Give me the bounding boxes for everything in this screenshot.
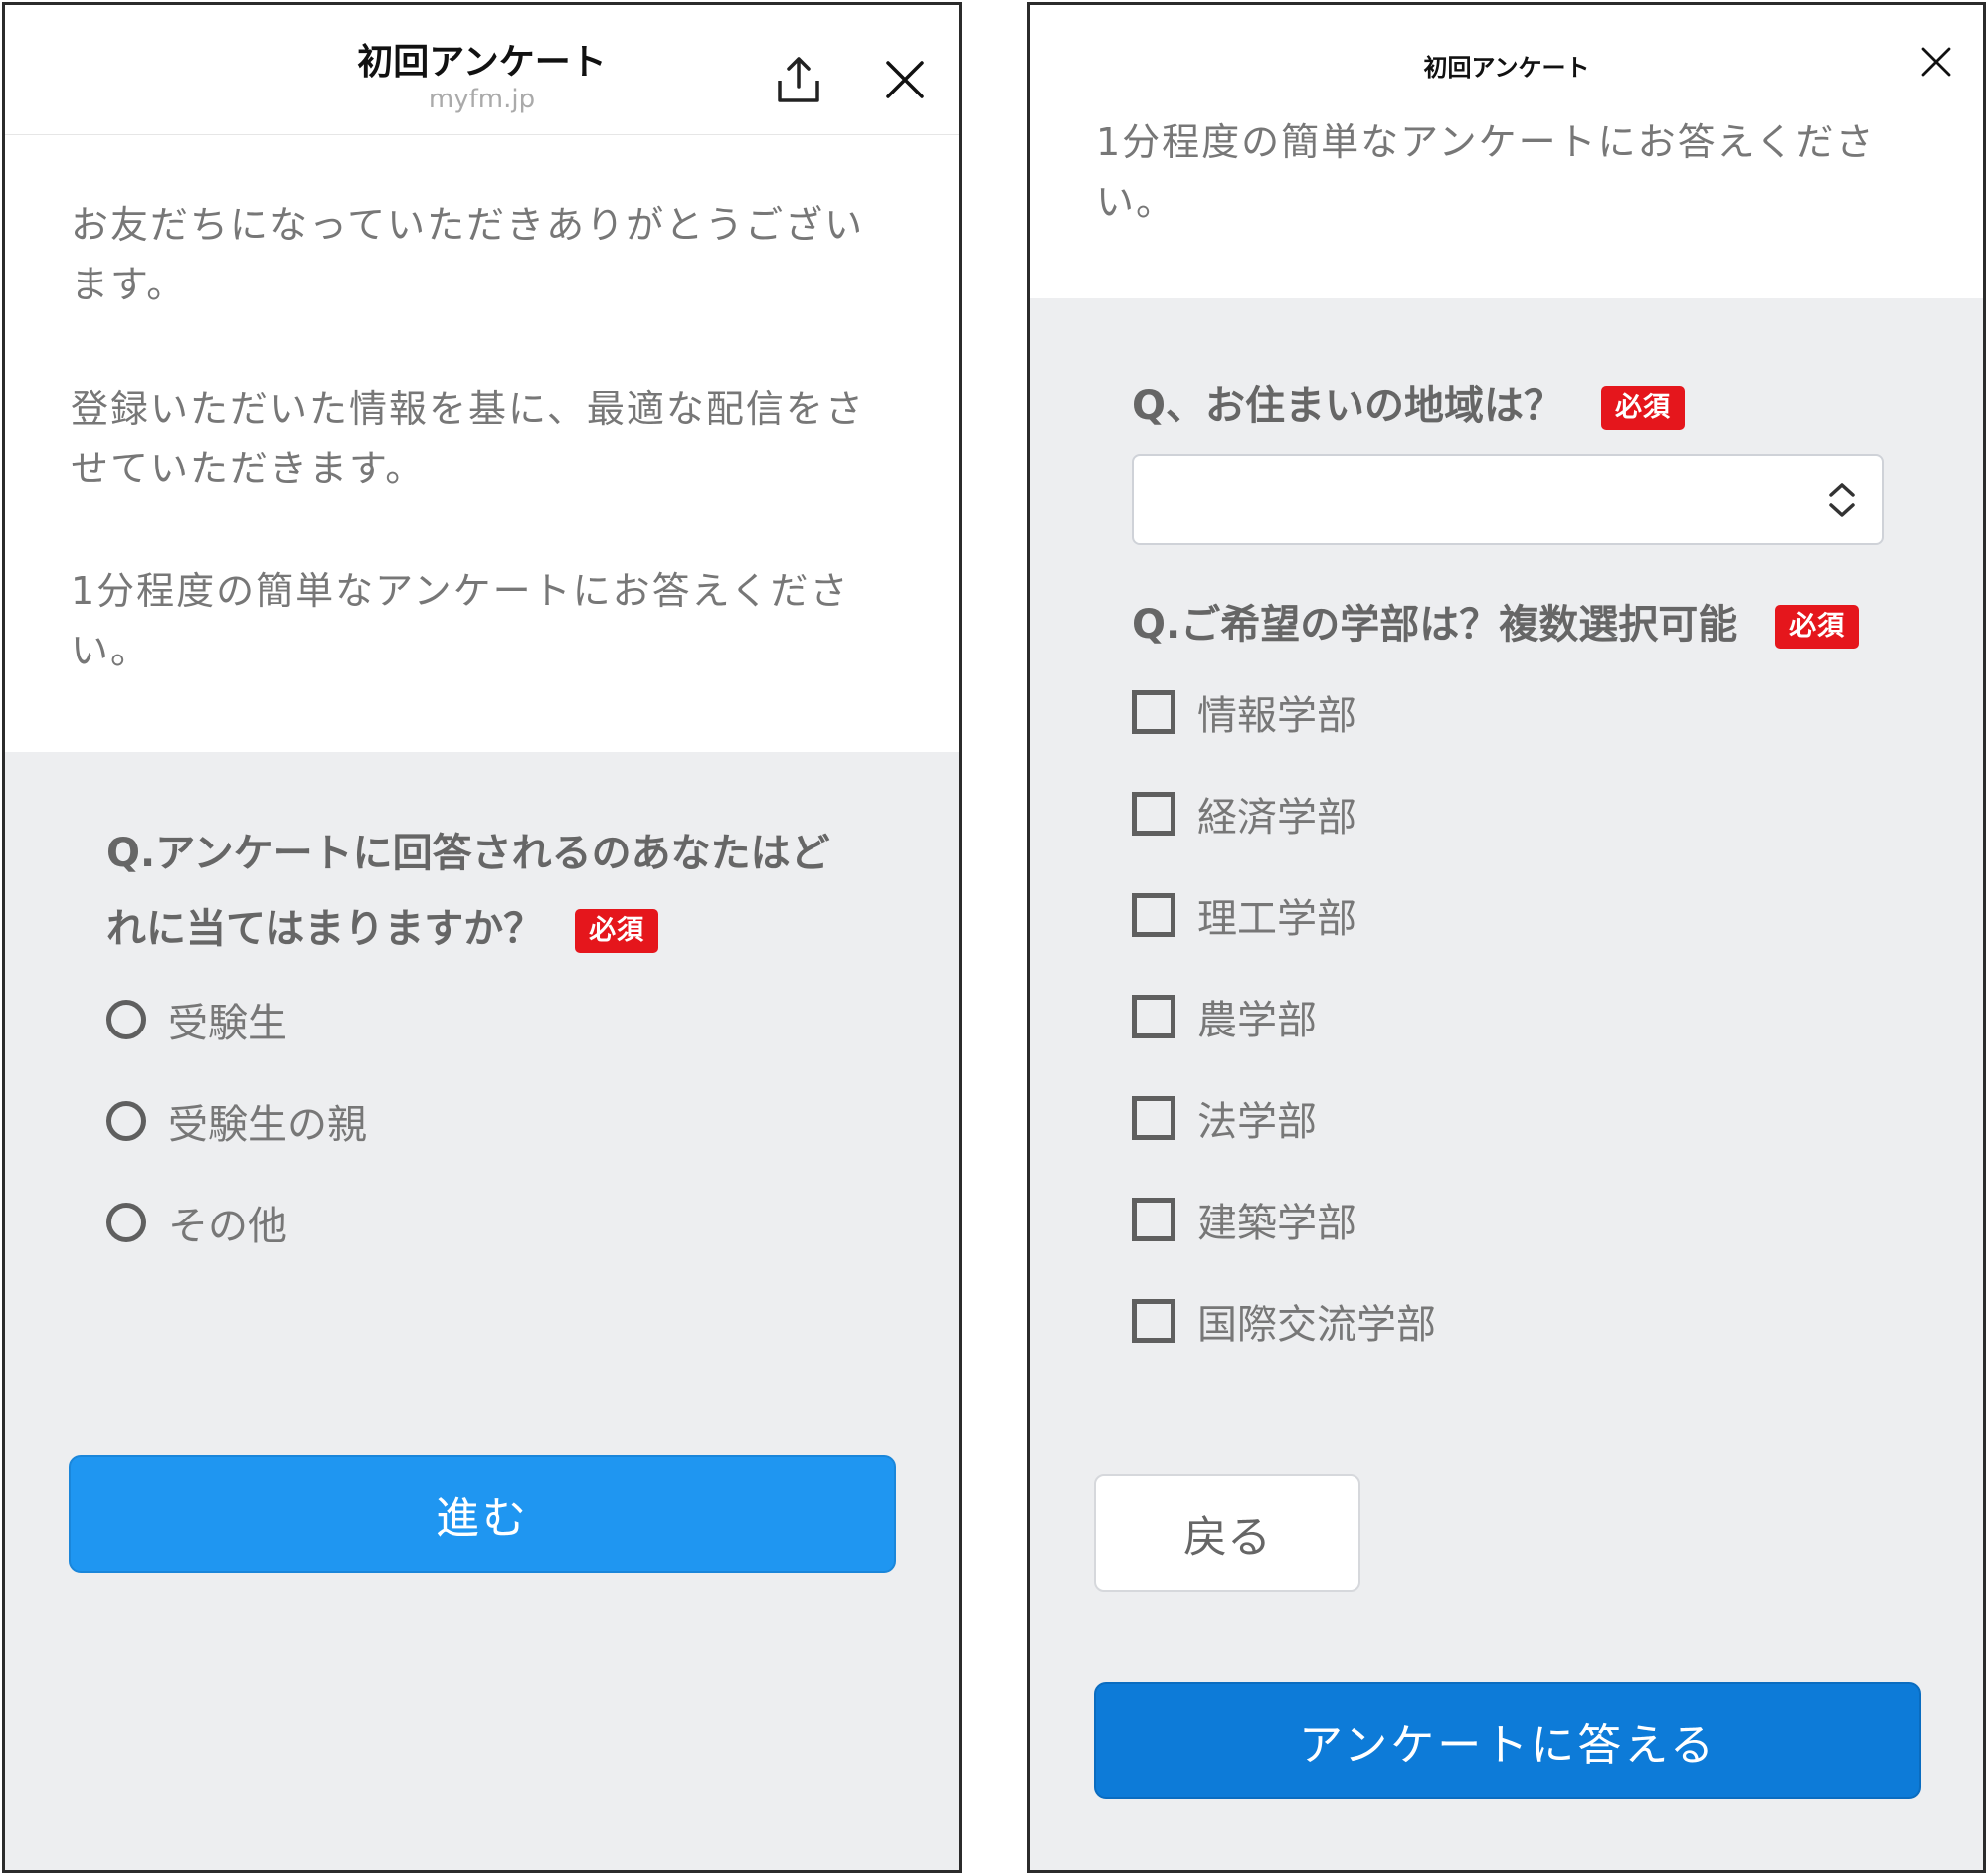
checkbox-option[interactable]: 理工学部 xyxy=(1132,885,1356,945)
survey-screen-step1: 初回アンケート myfm.jp お友だちになっていただきありがとうござい ます。… xyxy=(2,2,962,1873)
checkbox[interactable] xyxy=(1132,792,1175,836)
radio-button[interactable] xyxy=(106,1101,146,1141)
required-badge: 必須 xyxy=(1775,605,1860,649)
required-badge: 必須 xyxy=(575,909,659,953)
share-icon[interactable] xyxy=(776,55,821,104)
option-label: 経済学部 xyxy=(1197,795,1356,841)
intro-paragraph: 1分程度の簡単なアンケートにお答えくださ い。 xyxy=(1096,120,1876,224)
radio-button[interactable] xyxy=(106,1000,146,1039)
option-label: 国際交流学部 xyxy=(1197,1302,1436,1348)
checkbox-option[interactable]: 情報学部 xyxy=(1132,682,1356,742)
checkbox-option[interactable]: 農学部 xyxy=(1132,987,1317,1046)
option-label: その他 xyxy=(168,1204,287,1249)
checkbox[interactable] xyxy=(1132,995,1175,1038)
radio-option[interactable]: 受験生の親 xyxy=(106,1091,367,1151)
checkbox[interactable] xyxy=(1132,1096,1175,1140)
region-select[interactable] xyxy=(1132,454,1884,545)
intro-paragraph: 登録いただいた情報を基に、最適な配信をさ せていただきます。 xyxy=(71,387,865,490)
question-title: Q.アンケートに回答されるのあなたはど れに当てはまりますか？ 必須 xyxy=(106,831,830,953)
checkbox[interactable] xyxy=(1132,1198,1175,1241)
option-label: 理工学部 xyxy=(1197,896,1356,942)
option-label: 受験生の親 xyxy=(168,1102,367,1148)
question-title-faculty: Q.ご希望の学部は？複数選択可能 必須 xyxy=(1132,587,1860,662)
checkbox[interactable] xyxy=(1132,893,1175,937)
back-button[interactable]: 戻る xyxy=(1094,1474,1360,1592)
checkbox-option[interactable]: 法学部 xyxy=(1132,1088,1317,1148)
required-badge: 必須 xyxy=(1600,386,1685,430)
intro-paragraph: 1分程度の簡単なアンケートにお答えくださ い。 xyxy=(71,569,850,672)
submit-button[interactable]: アンケートに答える xyxy=(1094,1682,1921,1799)
checkbox[interactable] xyxy=(1132,690,1175,734)
close-icon[interactable] xyxy=(1920,46,1952,78)
header: 初回アンケート myfm.jp xyxy=(5,5,959,135)
radio-option[interactable]: 受験生 xyxy=(106,990,287,1049)
intro-text: お友だちになっていただきありがとうござい ます。 登録いただいた情報を基に、最適… xyxy=(5,135,959,752)
radio-button[interactable] xyxy=(106,1203,146,1242)
close-icon[interactable] xyxy=(885,60,925,99)
option-label: 建築学部 xyxy=(1197,1201,1356,1246)
checkbox-option[interactable]: 経済学部 xyxy=(1132,784,1356,844)
survey-screen-step2: 初回アンケート 1分程度の簡単なアンケートにお答えくださ い。 Q、お住まいの地… xyxy=(1027,2,1986,1873)
header: 初回アンケート 1分程度の簡単なアンケートにお答えくださ い。 xyxy=(1030,5,1983,298)
option-label: 情報学部 xyxy=(1197,693,1356,739)
checkbox-option[interactable]: 建築学部 xyxy=(1132,1190,1356,1249)
checkbox[interactable] xyxy=(1132,1299,1175,1343)
intro-paragraph: お友だちになっていただきありがとうござい ます。 xyxy=(71,203,865,306)
option-label: 法学部 xyxy=(1197,1099,1317,1145)
next-button[interactable]: 進む xyxy=(69,1455,896,1573)
option-label: 農学部 xyxy=(1197,998,1317,1043)
checkbox-option[interactable]: 国際交流学部 xyxy=(1132,1291,1436,1351)
option-label: 受験生 xyxy=(168,1001,287,1046)
header-title: 初回アンケート xyxy=(1423,54,1590,82)
radio-option[interactable]: その他 xyxy=(106,1193,287,1252)
chevron-up-down-icon xyxy=(1829,483,1855,517)
question-title-region: Q、お住まいの地域は？ 必須 xyxy=(1132,368,1685,444)
